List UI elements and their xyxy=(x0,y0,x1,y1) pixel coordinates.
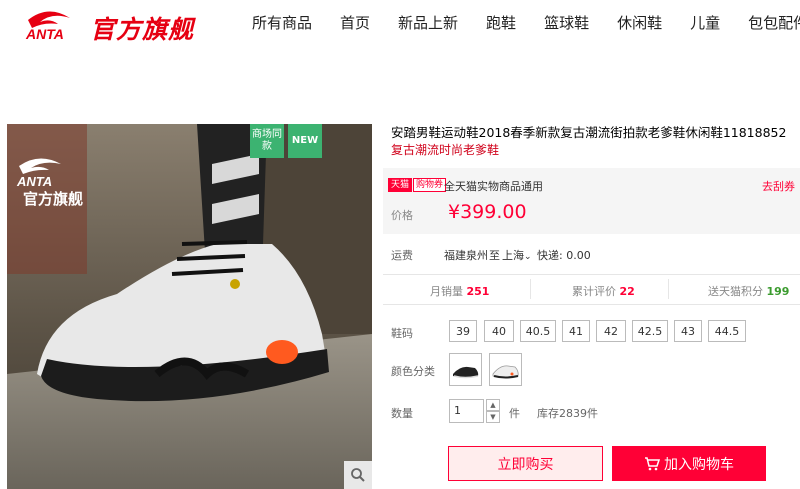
points-value: 199 xyxy=(766,285,790,298)
monthly-sales: 月销量 251 xyxy=(430,283,489,299)
anta-watermark-logo: ANTA 官方旗舰 xyxy=(16,158,83,207)
nav-bags-accessories[interactable]: 包包配件 xyxy=(748,12,800,33)
nav-new-arrivals[interactable]: 新品上新 xyxy=(398,12,458,33)
coupon-tag: 购物券 xyxy=(413,178,447,192)
product-title: 安踏男鞋运动鞋2018春季新款复古潮流街拍款老爹鞋休闲鞋11818852 xyxy=(391,125,787,140)
size-option[interactable]: 42.5 xyxy=(632,320,668,342)
black-shoe-thumbnail xyxy=(453,366,479,379)
get-coupon-link[interactable]: 去刮券 xyxy=(762,178,795,194)
zoom-button[interactable] xyxy=(344,461,372,489)
white-shoe-thumbnail xyxy=(492,365,519,379)
store-name: 官方旗舰 xyxy=(90,15,195,44)
cart-icon xyxy=(645,456,660,470)
shipping-label: 运费 xyxy=(391,249,413,262)
nav-casual-shoes[interactable]: 休闲鞋 xyxy=(617,12,662,33)
color-swatch-white[interactable] xyxy=(489,353,522,386)
points-stat: 送天猫积分 199 xyxy=(708,283,789,299)
size-option[interactable]: 40.5 xyxy=(520,320,556,342)
reviews-value: 22 xyxy=(619,285,635,298)
brand-logo[interactable]: ANTA 官方旗舰 xyxy=(22,6,227,44)
product-main-image[interactable]: ANTA 官方旗舰 商场同款 NEW xyxy=(7,124,372,489)
size-option[interactable]: 39 xyxy=(449,320,477,342)
quantity-input[interactable]: 1 xyxy=(449,399,484,423)
badge-mall-same: 商场同款 xyxy=(250,124,284,158)
buy-now-button[interactable]: 立即购买 xyxy=(448,446,603,481)
monthly-sales-label: 月销量 xyxy=(430,285,463,298)
size-option[interactable]: 44.5 xyxy=(708,320,746,342)
badge-new: NEW xyxy=(288,124,322,158)
product-subtitle: 复古潮流时尚老爹鞋 xyxy=(391,143,500,157)
stats-separator-1 xyxy=(530,279,531,299)
price-value: ¥399.00 xyxy=(448,201,527,223)
quantity-decrease-button[interactable]: ▼ xyxy=(486,411,500,423)
watermark-brand: ANTA xyxy=(16,174,52,189)
size-option[interactable]: 40 xyxy=(484,320,514,342)
ship-to-prefix: 至 xyxy=(489,249,500,262)
express-fee: 快递: 0.00 xyxy=(537,249,591,262)
size-option[interactable]: 42 xyxy=(596,320,626,342)
nav-running-shoes[interactable]: 跑鞋 xyxy=(486,12,516,33)
promo-text: 全天猫实物商品通用 xyxy=(444,180,543,193)
magnifier-icon xyxy=(351,468,365,482)
quantity-unit: 件 xyxy=(509,407,520,420)
ship-from: 福建泉州 xyxy=(444,249,488,262)
watermark-store: 官方旗舰 xyxy=(23,190,83,207)
ship-to-value: 上海 xyxy=(502,249,524,262)
size-option[interactable]: 43 xyxy=(674,320,702,342)
nav-all-products[interactable]: 所有商品 xyxy=(252,12,312,33)
stats-bottom-divider xyxy=(383,304,800,305)
color-label: 颜色分类 xyxy=(391,365,435,378)
add-to-cart-button[interactable]: 加入购物车 xyxy=(612,446,766,481)
quantity-increase-button[interactable]: ▲ xyxy=(486,399,500,411)
monthly-sales-value: 251 xyxy=(466,285,490,298)
size-label: 鞋码 xyxy=(391,327,413,340)
stock-count: 库存2839件 xyxy=(537,407,598,420)
points-label: 送天猫积分 xyxy=(708,285,763,298)
ship-to-select[interactable]: 上海⌄ xyxy=(502,247,532,263)
quantity-label: 数量 xyxy=(391,407,413,420)
reviews-label: 累计评价 xyxy=(572,285,616,298)
chevron-down-icon: ⌄ xyxy=(524,252,532,262)
stats-top-divider xyxy=(383,274,800,275)
nav-kids[interactable]: 儿童 xyxy=(690,12,720,33)
nav-basketball-shoes[interactable]: 篮球鞋 xyxy=(544,12,589,33)
stats-separator-2 xyxy=(668,279,669,299)
price-label: 价格 xyxy=(391,209,413,222)
nav-home[interactable]: 首页 xyxy=(340,12,370,33)
tmall-tag: 天猫 xyxy=(388,178,413,192)
top-nav: 所有商品 首页 新品上新 跑鞋 篮球鞋 休闲鞋 儿童 包包配件 xyxy=(252,12,800,33)
brand-text: ANTA xyxy=(25,26,64,42)
color-swatch-black[interactable] xyxy=(449,353,482,386)
add-to-cart-label: 加入购物车 xyxy=(664,456,734,473)
reviews-stat[interactable]: 累计评价 22 xyxy=(572,283,635,299)
size-option[interactable]: 41 xyxy=(562,320,590,342)
